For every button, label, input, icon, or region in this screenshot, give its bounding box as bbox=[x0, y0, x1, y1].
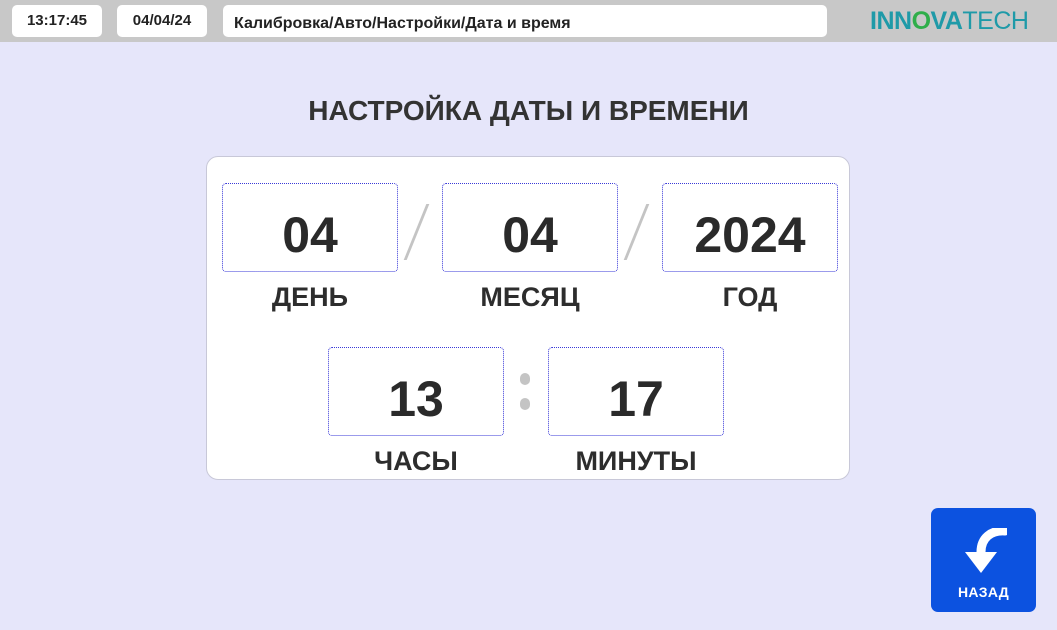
year-label: ГОД bbox=[722, 282, 778, 312]
time-separator-dot bbox=[520, 373, 530, 385]
hours-input[interactable]: 13 bbox=[328, 347, 504, 436]
month-label: МЕСЯЦ bbox=[480, 282, 580, 312]
back-button[interactable]: НАЗАД bbox=[931, 508, 1036, 612]
back-button-label: НАЗАД bbox=[957, 584, 1010, 600]
curved-back-arrow-icon bbox=[965, 528, 1007, 573]
innovatech-logo: INNOVATECH bbox=[870, 7, 1029, 35]
time-separator-dot bbox=[520, 398, 530, 410]
day-label: ДЕНЬ bbox=[271, 282, 349, 312]
minutes-input[interactable]: 17 bbox=[548, 347, 724, 436]
month-input[interactable]: 04 bbox=[442, 183, 618, 272]
day-input[interactable]: 04 bbox=[222, 183, 398, 272]
top-bar: 13:17:45 04/04/24 Калибровка/Авто/Настро… bbox=[0, 0, 1057, 42]
current-time: 13:17:45 bbox=[12, 5, 102, 37]
breadcrumb: Калибровка/Авто/Настройки/Дата и время bbox=[223, 5, 827, 37]
current-date: 04/04/24 bbox=[117, 5, 207, 37]
hours-label: ЧАСЫ bbox=[374, 446, 458, 476]
year-input[interactable]: 2024 bbox=[662, 183, 838, 272]
page-title: НАСТРОЙКА ДАТЫ И ВРЕМЕНИ bbox=[308, 95, 749, 126]
minutes-label: МИНУТЫ bbox=[575, 446, 697, 476]
